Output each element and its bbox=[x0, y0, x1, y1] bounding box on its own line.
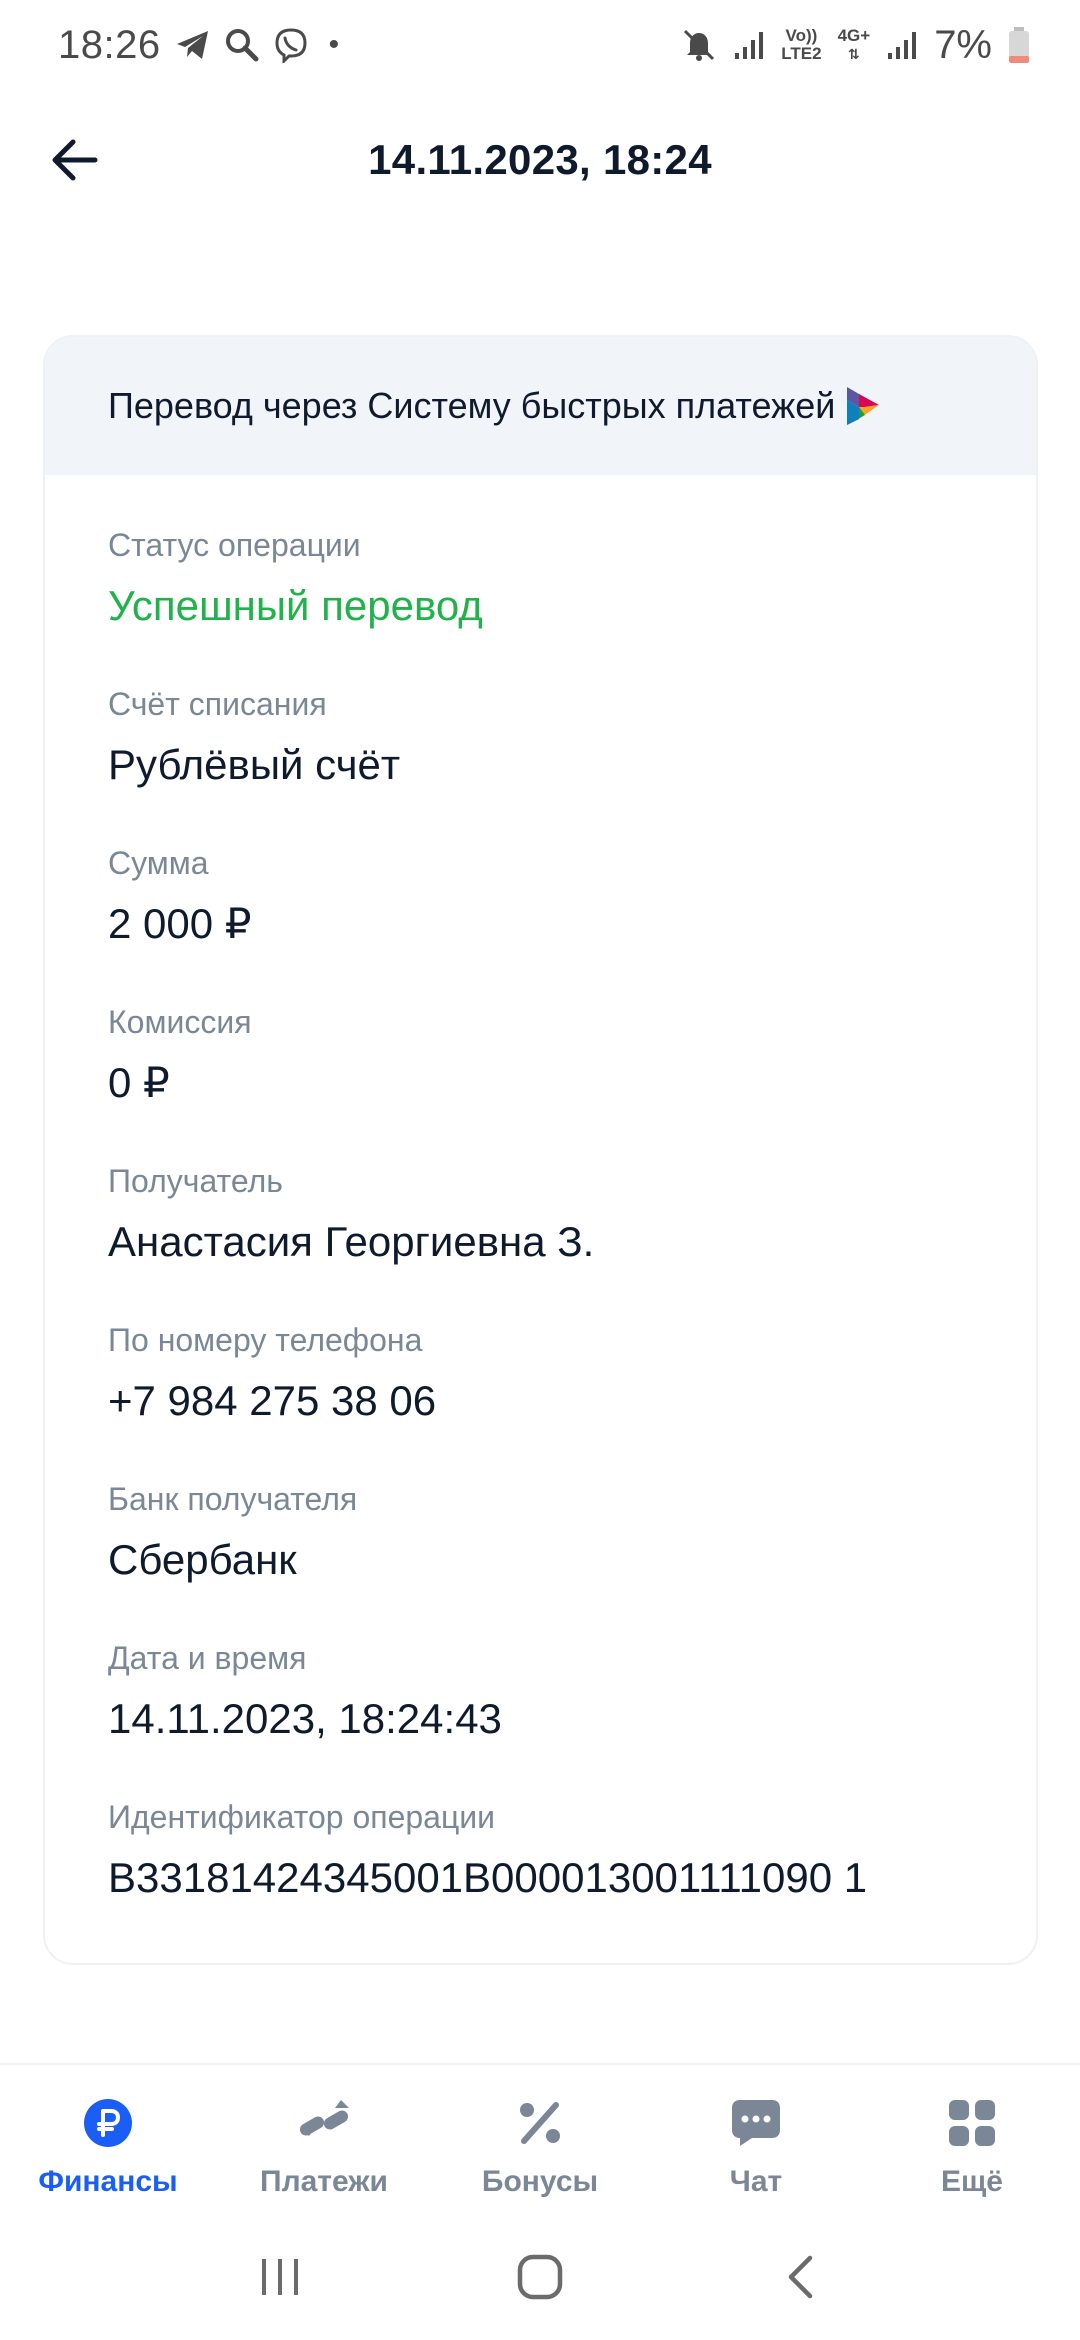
field-account: Счёт списания Рублёвый счёт bbox=[108, 679, 1036, 838]
lte-label: LTE2 bbox=[781, 44, 822, 63]
recent-apps-button[interactable] bbox=[240, 2237, 320, 2317]
field-commission: Комиссия 0 ₽ bbox=[108, 997, 1036, 1156]
ruble-icon bbox=[83, 2095, 133, 2151]
field-label: Комиссия bbox=[108, 1004, 252, 1040]
field-label: Дата и время bbox=[108, 1640, 307, 1676]
percent-icon bbox=[516, 2095, 564, 2151]
home-icon bbox=[517, 2254, 563, 2299]
field-datetime: Дата и время 14.11.2023, 18:24:43 bbox=[108, 1633, 1036, 1792]
transfer-arrows-icon bbox=[295, 2095, 353, 2151]
nav-label: Финансы bbox=[38, 2165, 178, 2198]
field-value: Анастасия Георгиевна З. bbox=[108, 1218, 595, 1265]
system-back-button[interactable] bbox=[760, 2237, 840, 2317]
nav-label: Платежи bbox=[260, 2165, 388, 2198]
field-value: B33181424345001B000013001111090 1 bbox=[108, 1854, 868, 1901]
bottom-navigation: Финансы Платежи Бонусы Чат Ещё bbox=[0, 2063, 1080, 2213]
battery-icon bbox=[1008, 26, 1030, 64]
field-bank: Банк получателя Сбербанк bbox=[108, 1474, 1036, 1633]
grid-icon bbox=[947, 2095, 997, 2151]
field-value: +7 984 275 38 06 bbox=[108, 1377, 437, 1424]
telegram-icon bbox=[175, 29, 211, 61]
network-4g-indicator: 4G+ ⇅ bbox=[838, 27, 871, 63]
card-header: Перевод через Систему быстрых платежей bbox=[45, 337, 1036, 475]
field-label: Счёт списания bbox=[108, 686, 327, 722]
status-value: Успешный перевод bbox=[108, 582, 483, 629]
chevron-left-icon bbox=[788, 2255, 813, 2298]
field-label: Банк получателя bbox=[108, 1481, 358, 1517]
status-left: 18:26 • bbox=[58, 23, 339, 68]
volte-label: Vo)) bbox=[785, 26, 818, 45]
search-icon bbox=[225, 28, 259, 62]
volte-lte-indicator: Vo)) LTE2 bbox=[781, 27, 821, 63]
nav-label: Бонусы bbox=[481, 2165, 599, 2198]
page-title: 14.11.2023, 18:24 bbox=[368, 136, 712, 183]
field-recipient: Получатель Анастасия Георгиевна З. bbox=[108, 1156, 1036, 1315]
chat-icon bbox=[730, 2095, 782, 2151]
field-label: Сумма bbox=[108, 845, 209, 881]
field-label: Идентификатор операции bbox=[108, 1799, 496, 1835]
data-arrows-icon: ⇅ bbox=[848, 46, 860, 62]
nav-item-more[interactable]: Ещё bbox=[864, 2065, 1080, 2213]
field-status: Статус операции Успешный перевод bbox=[108, 520, 1036, 679]
card-title: Перевод через Систему быстрых платежей bbox=[108, 385, 836, 426]
field-label: Получатель bbox=[108, 1163, 283, 1199]
field-value: Сбербанк bbox=[108, 1536, 297, 1583]
status-time: 18:26 bbox=[58, 22, 161, 67]
field-phone: По номеру телефона +7 984 275 38 06 bbox=[108, 1315, 1036, 1474]
nav-item-bonuses[interactable]: Бонусы bbox=[432, 2065, 648, 2213]
sbp-logo-icon bbox=[845, 385, 881, 427]
field-label: По номеру телефона bbox=[108, 1322, 423, 1358]
field-value: 14.11.2023, 18:24:43 bbox=[108, 1695, 502, 1742]
notification-dot: • bbox=[328, 28, 340, 61]
signal-icon-2 bbox=[886, 29, 918, 61]
home-button[interactable] bbox=[500, 2237, 580, 2317]
app-header: 14.11.2023, 18:24 bbox=[0, 100, 1080, 220]
viber-icon bbox=[273, 27, 309, 63]
signal-icon bbox=[733, 29, 765, 61]
back-button[interactable] bbox=[44, 130, 104, 190]
fields-list: Статус операции Успешный перевод Счёт сп… bbox=[45, 475, 1036, 1951]
nav-label: Ещё bbox=[940, 2165, 1003, 2198]
field-value: 2 000 ₽ bbox=[108, 900, 252, 947]
field-label: Статус операции bbox=[108, 527, 361, 563]
recent-apps-icon bbox=[262, 2258, 298, 2295]
system-navigation-bar bbox=[0, 2213, 1080, 2340]
field-value: Рублёвый счёт bbox=[108, 741, 401, 788]
field-value: 0 ₽ bbox=[108, 1059, 170, 1106]
field-operation-id: Идентификатор операции B33181424345001B0… bbox=[108, 1792, 1036, 1951]
field-amount: Сумма 2 000 ₽ bbox=[108, 838, 1036, 997]
nav-item-payments[interactable]: Платежи bbox=[216, 2065, 432, 2213]
status-bar: 18:26 • Vo)) LTE2 4G+ ⇅ 7% bbox=[0, 0, 1080, 90]
operation-details-card: Перевод через Систему быстрых платежей С… bbox=[43, 335, 1038, 1965]
nav-item-chat[interactable]: Чат bbox=[648, 2065, 864, 2213]
mute-icon bbox=[681, 27, 717, 63]
nav-item-finances[interactable]: Финансы bbox=[0, 2065, 216, 2213]
battery-percent: 7% bbox=[934, 22, 992, 67]
network-4g-label: 4G+ bbox=[837, 26, 871, 45]
arrow-left-icon bbox=[52, 139, 98, 181]
nav-label: Чат bbox=[729, 2165, 783, 2198]
status-right: Vo)) LTE2 4G+ ⇅ 7% bbox=[681, 23, 1030, 68]
